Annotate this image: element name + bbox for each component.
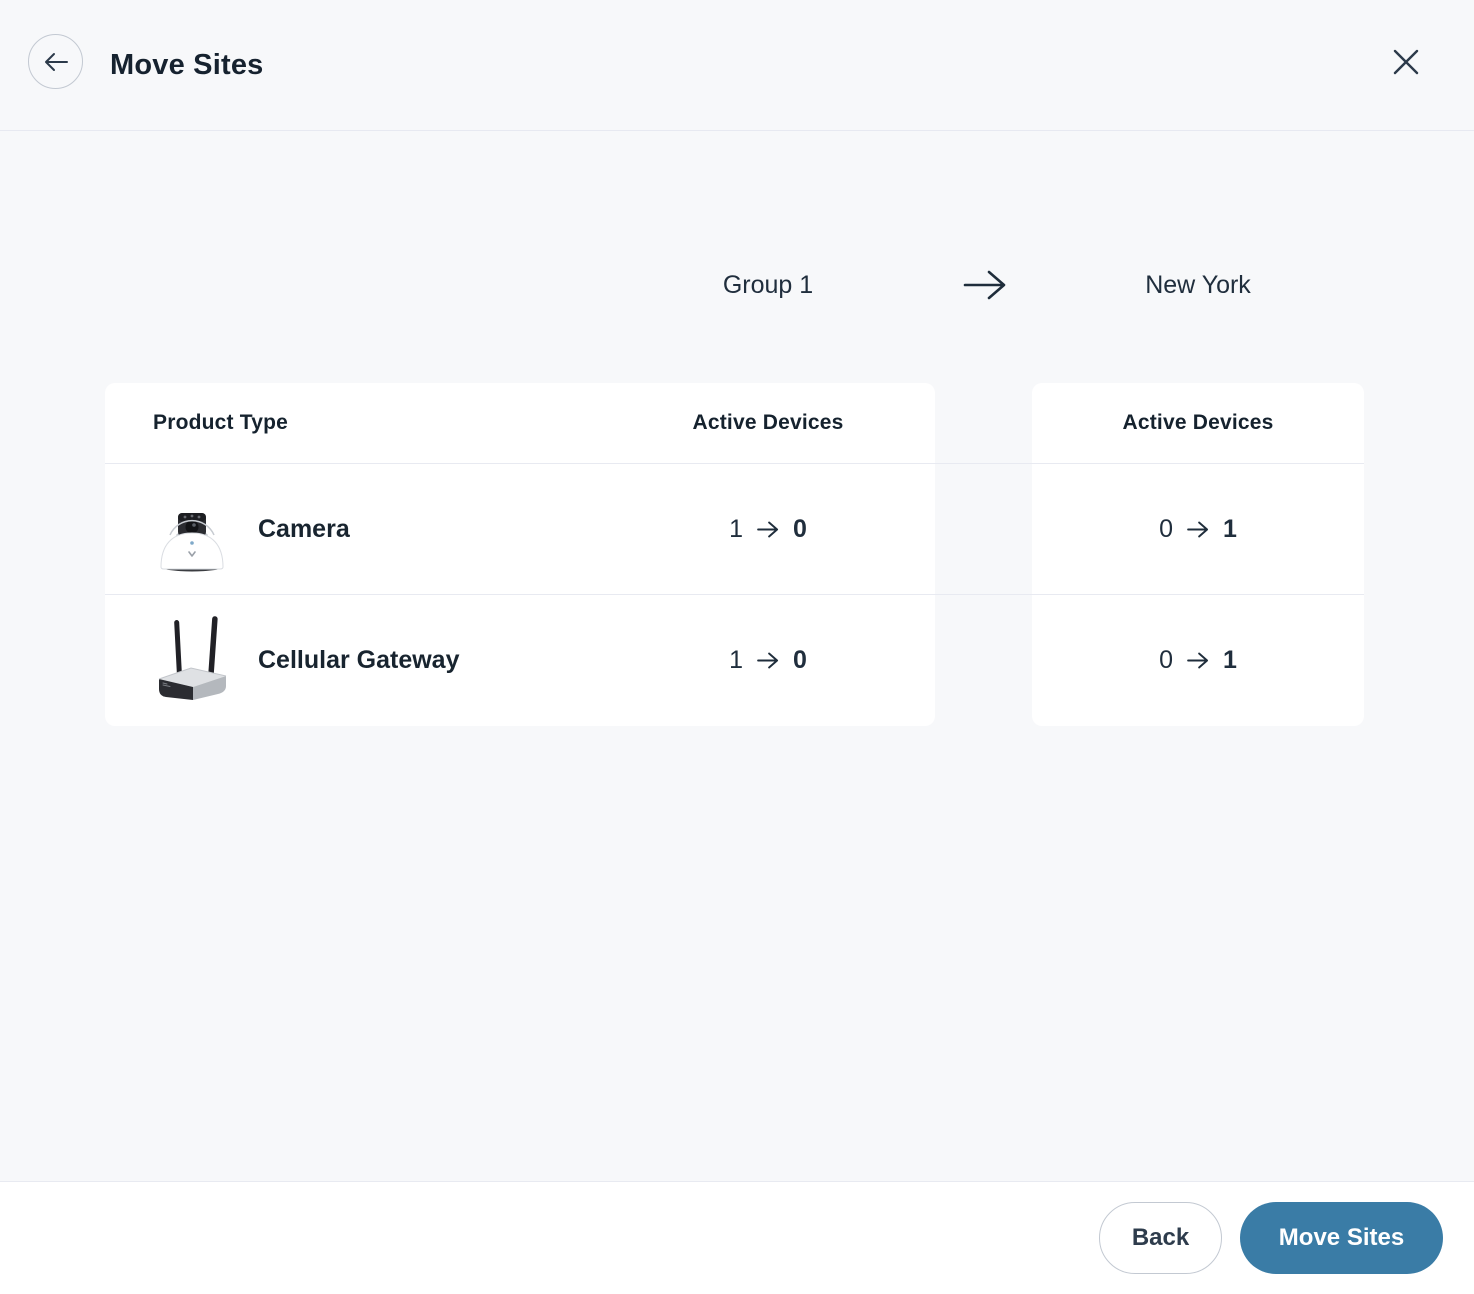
count-to: 0 bbox=[793, 514, 807, 543]
product-label-cellular-gateway: Cellular Gateway bbox=[258, 646, 460, 674]
destination-group-label: New York bbox=[1145, 270, 1251, 299]
product-label-camera: Camera bbox=[258, 514, 350, 543]
gateway-destination-count: 0 1 bbox=[1159, 595, 1237, 726]
move-sites-button[interactable]: Move Sites bbox=[1240, 1202, 1443, 1274]
close-button[interactable] bbox=[1390, 46, 1422, 78]
count-from: 0 bbox=[1159, 514, 1173, 543]
page-title: Move Sites bbox=[110, 49, 264, 81]
gateway-source-count: 1 0 bbox=[729, 595, 807, 726]
arrow-left-icon bbox=[43, 51, 69, 73]
count-from: 0 bbox=[1159, 646, 1173, 674]
back-circle-button[interactable] bbox=[28, 34, 83, 89]
camera-destination-count: 0 1 bbox=[1159, 464, 1237, 594]
column-header-active-devices-destination: Active Devices bbox=[1122, 411, 1274, 434]
arrow-right-icon bbox=[756, 520, 780, 539]
transfer-heading: Group 1 New York bbox=[0, 255, 1474, 315]
table-header-row: Product Type Active Devices Active Devic… bbox=[105, 383, 1364, 464]
transfer-arrow-icon bbox=[962, 268, 1008, 302]
count-to: 1 bbox=[1223, 514, 1237, 543]
dialog-footer: Back Move Sites bbox=[0, 1181, 1474, 1294]
count-to: 0 bbox=[793, 646, 807, 674]
dialog-header: Move Sites bbox=[0, 0, 1474, 131]
column-header-product-type: Product Type bbox=[153, 411, 289, 434]
arrow-right-icon bbox=[1186, 520, 1210, 539]
camera-source-count: 1 0 bbox=[729, 464, 807, 594]
table-row-cellular-gateway: Cellular Gateway 1 0 0 1 bbox=[105, 595, 1364, 726]
count-to: 1 bbox=[1223, 646, 1237, 674]
arrow-right-icon bbox=[756, 651, 780, 670]
arrow-right-icon bbox=[1186, 651, 1210, 670]
count-from: 1 bbox=[729, 646, 743, 674]
column-header-active-devices-source: Active Devices bbox=[692, 411, 844, 434]
table-rows: Product Type Active Devices Active Devic… bbox=[105, 383, 1364, 726]
table-row-camera: Camera 1 0 0 1 bbox=[105, 464, 1364, 595]
device-tables: Product Type Active Devices Active Devic… bbox=[105, 383, 1364, 726]
back-button[interactable]: Back bbox=[1099, 1202, 1222, 1274]
dome-camera-image bbox=[150, 483, 234, 575]
close-icon bbox=[1391, 47, 1421, 77]
count-from: 1 bbox=[729, 514, 743, 543]
cellular-gateway-image bbox=[150, 614, 234, 708]
move-sites-dialog: Move Sites Group 1 New York Product Type bbox=[0, 0, 1474, 1294]
source-group-label: Group 1 bbox=[722, 270, 814, 299]
